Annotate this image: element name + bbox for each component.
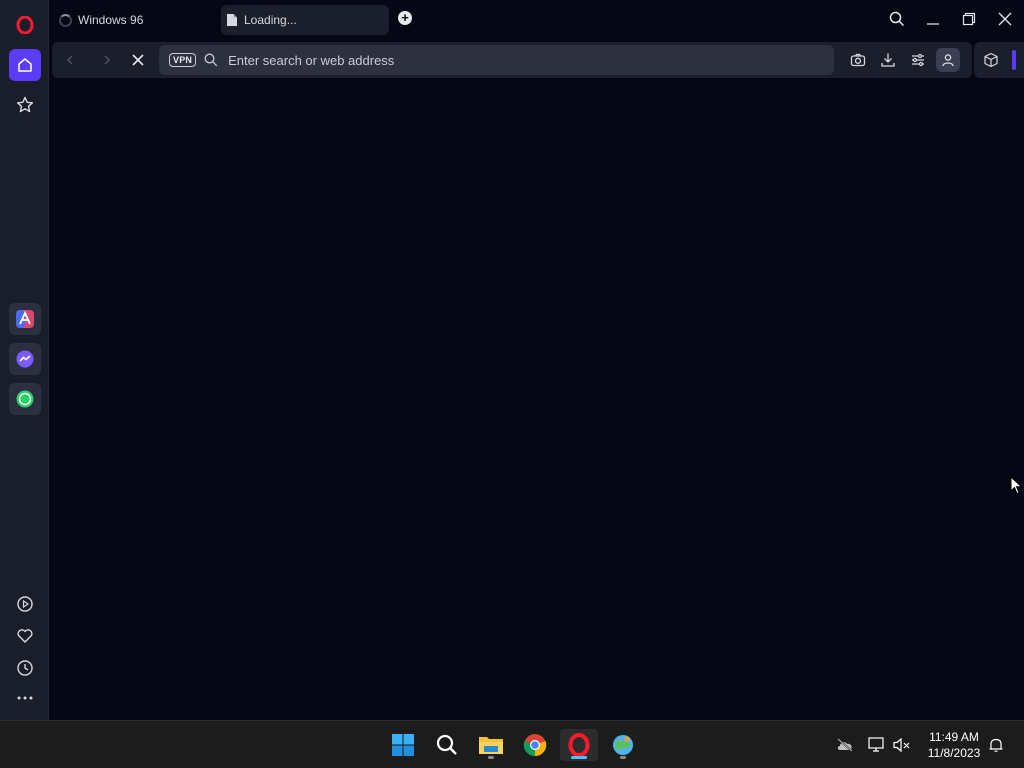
back-button[interactable] xyxy=(60,50,80,70)
snapshot-camera-icon[interactable] xyxy=(848,50,868,70)
tab-strip: Windows 96 Loading... + xyxy=(50,0,1024,38)
taskbar-search-icon[interactable] xyxy=(430,729,464,761)
profile-icon[interactable] xyxy=(936,48,960,72)
close-window-button[interactable] xyxy=(993,8,1017,30)
windows-start-icon[interactable] xyxy=(386,729,420,761)
page-document-icon xyxy=(227,14,237,26)
opera-logo-icon[interactable] xyxy=(9,9,41,41)
vpn-badge[interactable]: VPN xyxy=(169,53,197,67)
volume-muted-icon[interactable] xyxy=(892,735,912,755)
tab-loading[interactable]: Loading... xyxy=(221,5,389,35)
forward-button[interactable] xyxy=(97,50,117,70)
heart-icon[interactable] xyxy=(9,620,41,652)
network-icon[interactable] xyxy=(867,735,887,755)
bookmarks-star-icon[interactable] xyxy=(9,89,41,121)
new-tab-button[interactable]: + xyxy=(398,11,412,25)
notification-bell-icon[interactable] xyxy=(986,735,1006,755)
more-dots-icon[interactable] xyxy=(9,682,41,714)
mouse-cursor-icon xyxy=(1010,475,1024,501)
easy-setup-icon[interactable] xyxy=(908,50,928,70)
navigation-toolbar: VPN xyxy=(52,42,972,78)
page-content xyxy=(50,80,1024,720)
home-icon[interactable] xyxy=(9,49,41,81)
messenger-icon[interactable] xyxy=(9,343,41,375)
stop-loading-button[interactable] xyxy=(128,50,148,70)
clock-time: 11:49 AM xyxy=(929,730,979,744)
minimize-button[interactable] xyxy=(921,8,945,30)
chrome-icon[interactable] xyxy=(518,729,552,761)
loading-spinner-icon xyxy=(59,13,72,27)
download-icon[interactable] xyxy=(878,50,898,70)
screen: Windows 96 Loading... + VPN Enter search… xyxy=(0,0,1024,768)
whatsapp-icon[interactable] xyxy=(9,383,41,415)
tab-title: Loading... xyxy=(244,13,297,27)
windows-taskbar: 11:49 AM 11/8/2023 xyxy=(0,720,1024,768)
sidebar-toggle-indicator[interactable] xyxy=(1012,50,1016,70)
globe-app-icon[interactable] xyxy=(606,729,640,761)
onedrive-offline-icon[interactable] xyxy=(835,735,855,755)
sidebar xyxy=(0,0,49,720)
aria-icon[interactable] xyxy=(9,303,41,335)
address-input[interactable] xyxy=(228,52,789,68)
player-icon[interactable] xyxy=(9,588,41,620)
toolbar-extensions xyxy=(974,42,1024,78)
search-icon xyxy=(204,53,218,67)
tab-search-icon[interactable] xyxy=(885,8,909,30)
history-clock-icon[interactable] xyxy=(9,652,41,684)
tab-title: Windows 96 xyxy=(78,13,144,27)
address-bar[interactable]: VPN xyxy=(159,45,834,75)
tab-windows-96[interactable]: Windows 96 xyxy=(54,5,214,35)
taskbar-clock[interactable]: 11:49 AM 11/8/2023 xyxy=(918,729,990,761)
file-explorer-icon[interactable] xyxy=(474,729,508,761)
extensions-cube-icon[interactable] xyxy=(981,50,1001,70)
opera-icon[interactable] xyxy=(560,729,598,761)
restore-button[interactable] xyxy=(957,8,981,30)
clock-date: 11/8/2023 xyxy=(927,746,981,760)
